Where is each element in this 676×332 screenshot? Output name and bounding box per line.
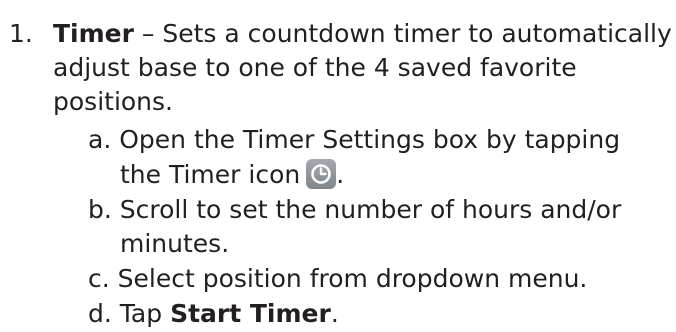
step-a-continued: the Timer icon . xyxy=(120,157,344,193)
item-number: 1. xyxy=(9,19,33,48)
step-a-line-1: Open the Timer Settings box by tapping xyxy=(119,125,621,154)
step-letter: b. xyxy=(88,195,112,224)
item-description-line-1: Sets a countdown timer to automatically xyxy=(162,19,672,48)
step-b-line-2: minutes. xyxy=(120,229,230,258)
list-number: 1. xyxy=(9,16,33,52)
item-title: Timer xyxy=(53,19,134,48)
step-letter: c. xyxy=(88,264,110,293)
step-d-suffix: . xyxy=(330,299,339,328)
clock-icon xyxy=(306,159,337,189)
step-d-prefix: Tap xyxy=(119,299,171,328)
start-timer-label: Start Timer xyxy=(170,299,331,328)
item-title-line: Timer – Sets a countdown timer to automa… xyxy=(53,16,672,52)
step-c-line-1: Select position from dropdown menu. xyxy=(117,264,588,293)
step-d: d. Tap Start Timer. xyxy=(88,296,339,332)
step-b-line-1: Scroll to set the number of hours and/or xyxy=(119,195,622,224)
title-dash: – xyxy=(133,19,163,48)
item-description-line-3: positions. xyxy=(53,87,173,116)
step-letter: d. xyxy=(88,299,112,328)
step-a: a. Open the Timer Settings box by tappin… xyxy=(88,122,620,158)
instruction-document: 1. Timer – Sets a countdown timer to aut… xyxy=(0,0,676,328)
step-letter: a. xyxy=(88,125,112,154)
step-a-after-icon: . xyxy=(336,160,345,189)
step-b: b. Scroll to set the number of hours and… xyxy=(88,192,621,228)
step-c: c. Select position from dropdown menu. xyxy=(88,261,587,297)
item-description-line-2: adjust base to one of the 4 saved favori… xyxy=(53,53,577,82)
step-a-line-2: the Timer icon xyxy=(120,160,301,189)
